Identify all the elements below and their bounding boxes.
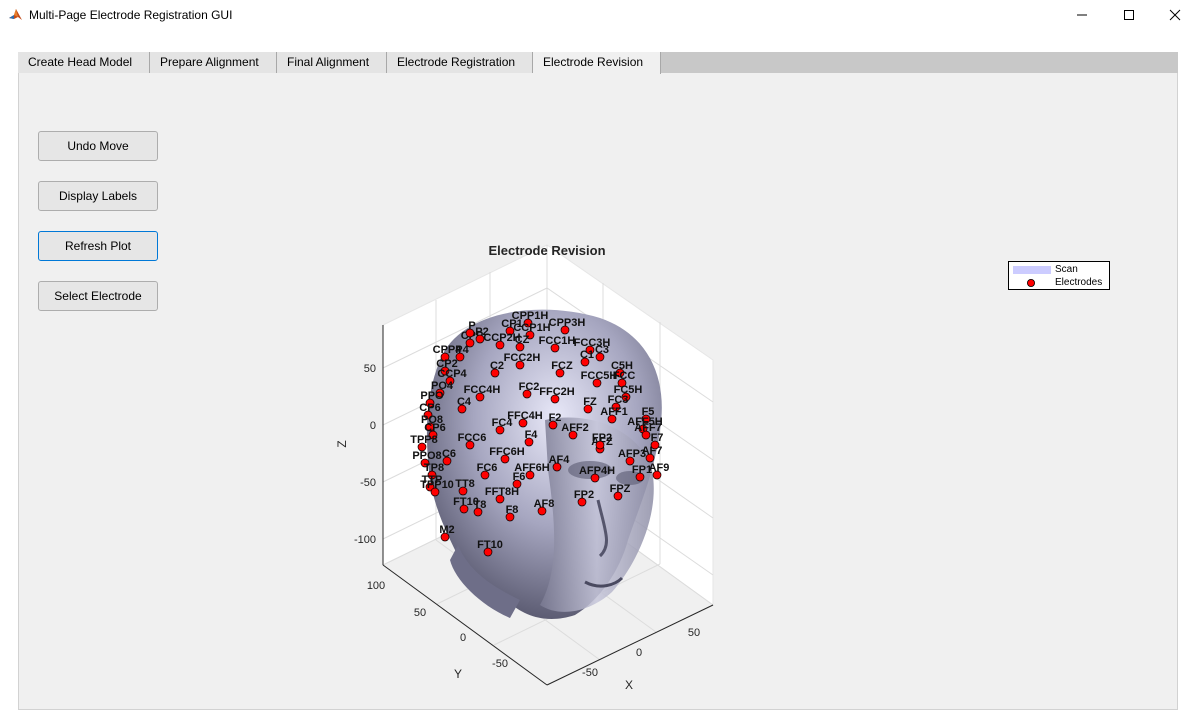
electrode-label: CPP3H (549, 317, 586, 329)
electrode-label: FCC4H (464, 384, 501, 396)
electrode-label: FC3 (608, 394, 629, 406)
electrode-label: FPZ (610, 483, 631, 495)
legend-entry-electrodes: Electrodes (1009, 276, 1109, 289)
electrode-label: FFC4H (507, 410, 543, 422)
electrode-label: FC6 (477, 462, 498, 474)
electrode-label: FFC2H (539, 386, 575, 398)
electrode-label: AFP4H (579, 465, 615, 477)
electrode-label: AF9 (649, 462, 670, 474)
electrode-label: FFT8H (485, 486, 519, 498)
electrode-label: F2 (549, 412, 562, 424)
electrode-label: CZ (515, 334, 530, 346)
electrode-marker-icon (1027, 279, 1035, 287)
scan-swatch (1013, 266, 1051, 274)
electrode-label: FCC (613, 370, 636, 382)
electrode-label: TT8 (455, 478, 475, 490)
electrode-label: FZ (583, 396, 597, 408)
electrode-label: F8 (506, 504, 519, 516)
electrode-label: AFF1 (600, 406, 628, 418)
electrode-label: C3 (595, 344, 609, 356)
legend-entry-scan: Scan (1009, 263, 1109, 276)
electrode-label: CCP4 (437, 368, 467, 380)
y-tick-label: 50 (414, 607, 426, 619)
electrode-label: AF8 (534, 498, 555, 510)
electrode-label: C1 (580, 349, 594, 361)
x-tick-label: 0 (636, 647, 642, 659)
electrode-label: AF4 (549, 454, 571, 466)
electrode-label: TPP8 (410, 434, 438, 446)
x-tick-label: 50 (688, 627, 700, 639)
y-tick-label: 0 (460, 632, 466, 644)
electrode-label: TPP10 (420, 479, 454, 491)
electrode-label: FCC6 (458, 432, 487, 444)
z-tick-label: 0 (370, 420, 376, 432)
electrode-label: C2 (490, 360, 504, 372)
electrode-label: FCC1H (539, 335, 576, 347)
electrode-label: F4 (525, 429, 539, 441)
y-axis-label: Y (454, 667, 462, 681)
legend-label: Electrodes (1055, 277, 1103, 288)
x-axis-label: X (625, 678, 633, 692)
electrode-label: TP8 (424, 462, 444, 474)
legend-label: Scan (1055, 264, 1078, 275)
electrode-label: FFC6H (489, 446, 525, 458)
electrode-plot[interactable]: 50 0 -50 -100 100 50 0 -50 -50 0 50 Z Y … (0, 0, 1197, 727)
z-axis-label: Z (335, 440, 349, 447)
electrode-label: FT10 (477, 539, 503, 551)
plot-title: Electrode Revision (488, 243, 605, 258)
y-tick-label: 100 (367, 580, 385, 592)
electrode-label: PPO8 (412, 450, 441, 462)
electrode-label: CP6 (424, 422, 445, 434)
electrode-label: P4 (455, 344, 469, 356)
z-tick-label: -100 (354, 534, 376, 546)
y-tick-label: -50 (492, 658, 508, 670)
plot-legend[interactable]: Scan Electrodes (1008, 261, 1110, 290)
electrode-label: PPO (420, 390, 444, 402)
electrode-label: C6 (442, 448, 456, 460)
electrode-label: M2 (439, 524, 454, 536)
z-tick-label: -50 (360, 477, 376, 489)
electrode-label: AFF2 (561, 422, 589, 434)
electrode-label: C4 (457, 396, 472, 408)
electrode-label: FP2 (592, 432, 612, 444)
x-tick-label: -50 (582, 667, 598, 679)
electrode-label: CP6 (419, 402, 440, 414)
electrode-label: FC2 (519, 381, 540, 393)
z-tick-label: 50 (364, 363, 376, 375)
electrode-label: FCC2H (504, 352, 541, 364)
electrode-label: FP2 (574, 489, 594, 501)
electrode-label: T8 (474, 499, 487, 511)
electrode-label: F6 (513, 471, 526, 483)
electrode-label: FCZ (551, 360, 573, 372)
electrode-label: F7 (651, 432, 664, 444)
electrode-label: FC4 (492, 417, 514, 429)
